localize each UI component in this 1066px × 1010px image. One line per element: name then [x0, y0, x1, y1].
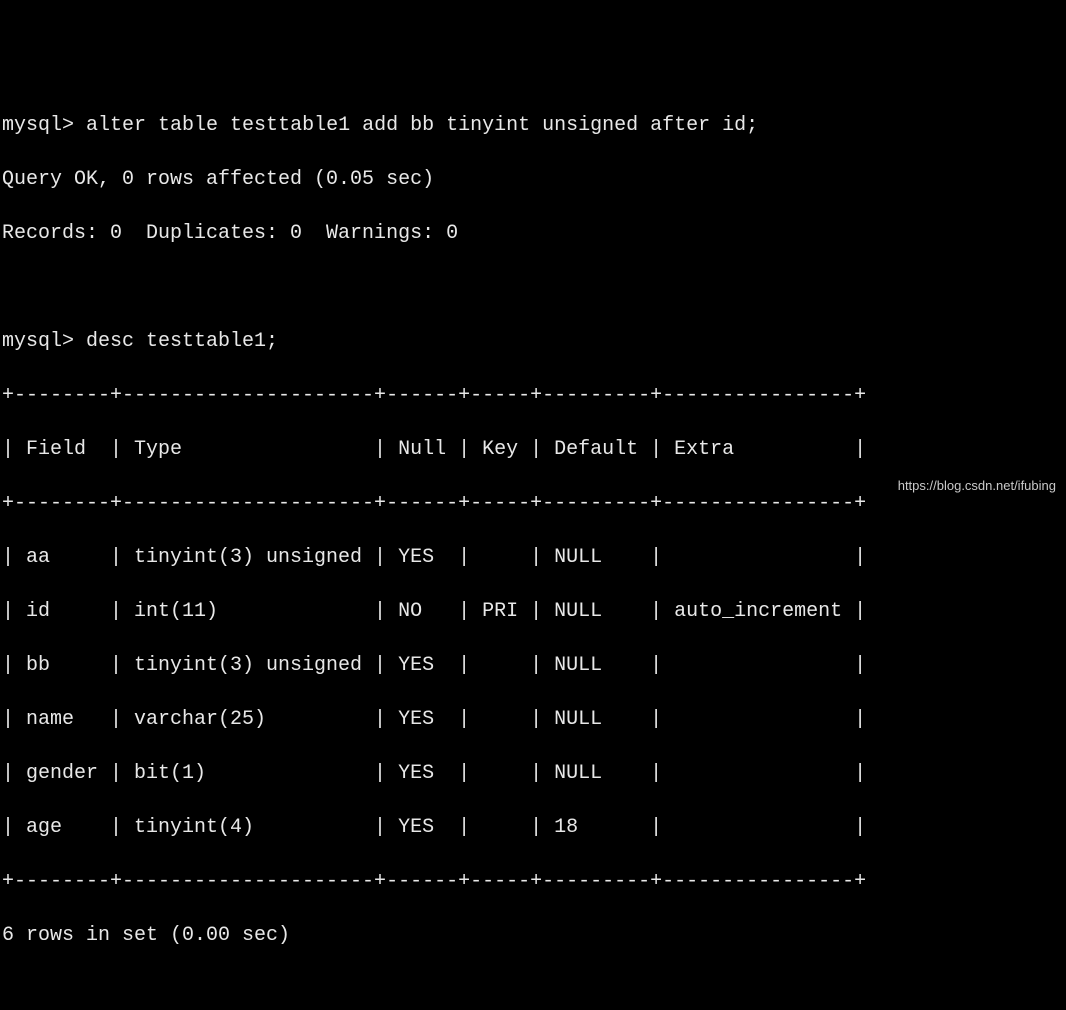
desc-command: desc testtable1;: [86, 330, 278, 353]
rows-in-set-line: 6 rows in set (0.00 sec): [2, 922, 1064, 949]
records-line: Records: 0 Duplicates: 0 Warnings: 0: [2, 220, 1064, 247]
table-border-top: +--------+---------------------+------+-…: [2, 382, 1064, 409]
table-row: | age | tinyint(4) | YES | | 18 | |: [2, 814, 1064, 841]
query-ok-line: Query OK, 0 rows affected (0.05 sec): [2, 166, 1064, 193]
table-row: | id | int(11) | NO | PRI | NULL | auto_…: [2, 598, 1064, 625]
table-row: | name | varchar(25) | YES | | NULL | |: [2, 706, 1064, 733]
command-line-alter: mysql> alter table testtable1 add bb tin…: [2, 112, 1064, 139]
table-header: | Field | Type | Null | Key | Default | …: [2, 436, 1064, 463]
mysql-prompt: mysql>: [2, 330, 74, 353]
mysql-prompt: mysql>: [2, 114, 74, 137]
table-row: | aa | tinyint(3) unsigned | YES | | NUL…: [2, 544, 1064, 571]
command-line-desc: mysql> desc testtable1;: [2, 328, 1064, 355]
watermark-text: https://blog.csdn.net/ifubing: [898, 477, 1056, 495]
alter-command: alter table testtable1 add bb tinyint un…: [86, 114, 758, 137]
blank-line: [2, 274, 1064, 301]
table-row: | bb | tinyint(3) unsigned | YES | | NUL…: [2, 652, 1064, 679]
table-border-bottom: +--------+---------------------+------+-…: [2, 868, 1064, 895]
table-row: | gender | bit(1) | YES | | NULL | |: [2, 760, 1064, 787]
